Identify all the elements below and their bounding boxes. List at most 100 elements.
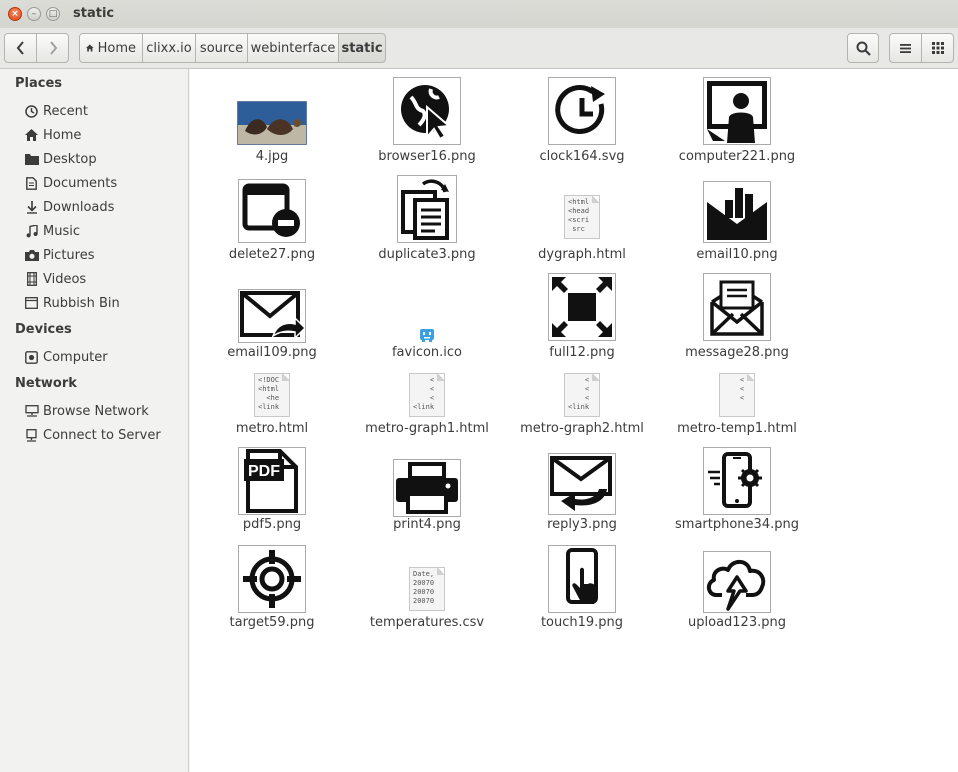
- file-name: delete27.png: [228, 247, 316, 262]
- file-item-metro-temp1-html[interactable]: < < < metro-temp1.html: [667, 373, 807, 443]
- printer-icon: [396, 462, 458, 514]
- file-name: dygraph.html: [538, 247, 626, 262]
- file-item-metro-graph2-html[interactable]: < < < <link metro-graph2.html: [512, 373, 652, 443]
- back-button[interactable]: [4, 33, 37, 63]
- breadcrumb-home[interactable]: Home: [79, 33, 143, 63]
- sidebar-item-connect-to-server[interactable]: Connect to Server: [24, 424, 184, 446]
- sidebar-item-label: Downloads: [43, 199, 115, 215]
- file-item-favicon-ico[interactable]: favicon.ico: [357, 277, 497, 367]
- file-item-message28-png[interactable]: message28.png: [667, 273, 807, 367]
- breadcrumb-source[interactable]: source: [195, 33, 248, 63]
- list-view-button[interactable]: [889, 33, 922, 63]
- server-icon: [24, 428, 39, 443]
- toolbar: Home clixx.io source webinterface static: [0, 28, 958, 69]
- file-item-browser16-png[interactable]: browser16.png: [357, 77, 497, 167]
- minimize-window-button[interactable]: –: [27, 7, 41, 21]
- search-icon: [856, 41, 871, 56]
- network-heading: Network: [15, 376, 77, 391]
- breadcrumb-label: Home: [97, 40, 136, 56]
- sidebar-item-label: Videos: [43, 271, 87, 287]
- sidebar-item-computer[interactable]: Computer: [24, 346, 184, 368]
- grid-view-button[interactable]: [921, 33, 954, 63]
- file-item-metro-graph1-html[interactable]: < < < <link metro-graph1.html: [357, 373, 497, 443]
- file-name: browser16.png: [378, 149, 476, 164]
- sidebar-item-videos[interactable]: Videos: [24, 268, 184, 290]
- forward-button[interactable]: [36, 33, 69, 63]
- sidebar-item-home[interactable]: Home: [24, 124, 184, 146]
- home-icon: [24, 128, 39, 143]
- delete-window-icon: [242, 183, 300, 237]
- touch-phone-icon: [566, 548, 598, 604]
- sidebar-item-pictures[interactable]: Pictures: [24, 244, 184, 266]
- file-name: metro-graph1.html: [365, 421, 489, 436]
- file-item-computer221-png[interactable]: computer221.png: [667, 77, 807, 167]
- breadcrumb-label: static: [341, 40, 383, 56]
- sidebar-item-recent[interactable]: Recent: [24, 100, 184, 122]
- breadcrumb-webinterface[interactable]: webinterface: [247, 33, 339, 63]
- breadcrumb-clixx-io[interactable]: clixx.io: [142, 33, 196, 63]
- file-item-pdf5-png[interactable]: PDF pdf5.png: [202, 447, 342, 537]
- file-item-temperatures-csv[interactable]: Date, 20070 20070 20070 temperatures.csv: [357, 545, 497, 635]
- sidebar-item-label: Home: [43, 127, 82, 143]
- file-name: touch19.png: [540, 615, 624, 630]
- film-icon: [24, 272, 39, 287]
- file-view: 4.jpg browser16.png clock164.svg compute…: [190, 69, 958, 772]
- search-button[interactable]: [847, 33, 879, 63]
- sidebar-item-music[interactable]: Music: [24, 220, 184, 242]
- file-item-clock164-svg[interactable]: clock164.svg: [512, 77, 652, 167]
- file-item-dygraph-html[interactable]: <html <head <scri src dygraph.html: [512, 179, 652, 269]
- file-item-full12-png[interactable]: full12.png: [512, 273, 652, 367]
- file-name: computer221.png: [678, 149, 796, 164]
- camera-icon: [24, 248, 39, 263]
- file-item-touch19-png[interactable]: touch19.png: [512, 545, 652, 635]
- file-name: target59.png: [229, 615, 315, 630]
- sidebar-item-label: Connect to Server: [43, 427, 161, 443]
- file-item-smartphone34-png[interactable]: smartphone34.png: [667, 447, 807, 537]
- sidebar: Places Recent Home Desktop Documents Dow…: [0, 69, 189, 772]
- file-item-email109-png[interactable]: email109.png: [202, 277, 342, 367]
- network-icon: [24, 404, 39, 419]
- clock-icon: [24, 104, 39, 119]
- folder-icon: [24, 152, 39, 167]
- html-document-preview: < < < <link: [564, 373, 600, 417]
- file-item-target59-png[interactable]: target59.png: [202, 545, 342, 635]
- file-name: metro-graph2.html: [520, 421, 644, 436]
- sidebar-item-documents[interactable]: Documents: [24, 172, 184, 194]
- download-icon: [24, 200, 39, 215]
- file-item-email10-png[interactable]: email10.png: [667, 179, 807, 269]
- file-item-reply3-png[interactable]: reply3.png: [512, 453, 652, 537]
- document-icon: [24, 176, 39, 191]
- file-item-print4-png[interactable]: print4.png: [357, 459, 497, 537]
- home-icon: [86, 44, 94, 52]
- grid-view-icon: [931, 42, 944, 54]
- file-name: reply3.png: [547, 517, 617, 532]
- file-item-upload123-png[interactable]: upload123.png: [667, 551, 807, 635]
- sidebar-item-browse-network[interactable]: Browse Network: [24, 400, 184, 422]
- duplicate-icon: [401, 179, 449, 240]
- sidebar-item-desktop[interactable]: Desktop: [24, 148, 184, 170]
- breadcrumb-label: clixx.io: [146, 40, 192, 56]
- file-name: upload123.png: [688, 615, 786, 630]
- csv-document-preview: Date, 20070 20070 20070: [409, 567, 445, 611]
- sidebar-item-label: Desktop: [43, 151, 97, 167]
- fullscreen-icon: [552, 277, 612, 337]
- file-item-duplicate3-png[interactable]: duplicate3.png: [357, 175, 497, 269]
- html-document-preview: <html <head <scri src: [564, 195, 600, 239]
- chevron-left-icon: [16, 41, 24, 55]
- photo-thumbnail: [237, 101, 307, 145]
- file-name: email109.png: [227, 345, 317, 360]
- file-name: 4.jpg: [255, 149, 289, 164]
- file-name: favicon.ico: [391, 345, 463, 360]
- music-icon: [24, 224, 39, 239]
- maximize-window-button[interactable]: □: [46, 7, 60, 21]
- close-window-button[interactable]: ×: [8, 7, 22, 21]
- file-name: message28.png: [685, 345, 789, 360]
- sidebar-item-rubbish-bin[interactable]: Rubbish Bin: [24, 292, 184, 314]
- file-item-metro-html[interactable]: <!DOC <html <he <link metro.html: [202, 373, 342, 443]
- file-item-4-jpg[interactable]: 4.jpg: [202, 77, 342, 167]
- sidebar-item-downloads[interactable]: Downloads: [24, 196, 184, 218]
- breadcrumb-static[interactable]: static: [338, 33, 386, 63]
- list-view-icon: [900, 43, 911, 53]
- devices-heading: Devices: [15, 322, 72, 337]
- file-item-delete27-png[interactable]: delete27.png: [202, 179, 342, 269]
